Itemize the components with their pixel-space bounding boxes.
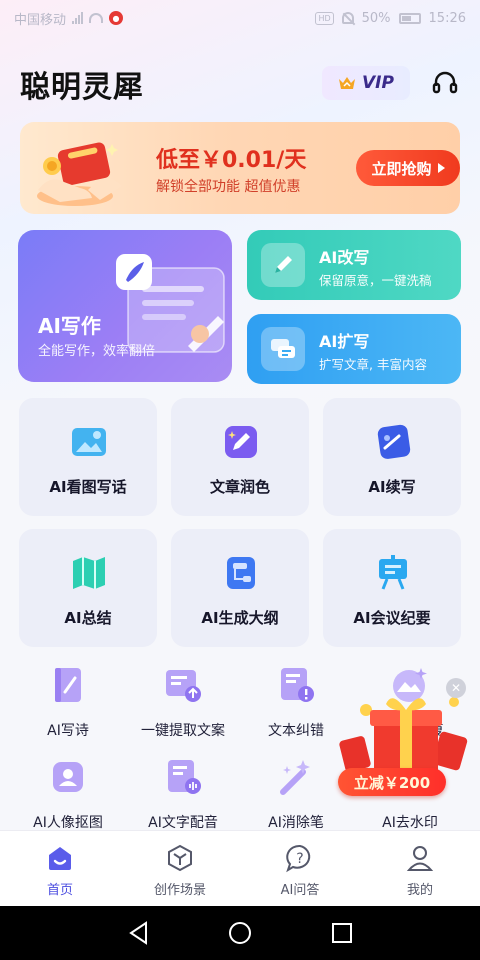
question-bubble-icon: ? — [285, 843, 315, 873]
eraser-wand-icon — [273, 754, 319, 800]
app-title: 聪明灵犀 — [20, 70, 144, 105]
system-navigation-bar — [0, 906, 480, 960]
discount-tag[interactable]: 立减￥200 — [338, 768, 446, 796]
ai-expand-desc: 扩写文章, 丰富内容 — [319, 357, 427, 372]
close-icon[interactable]: ✕ — [446, 678, 466, 698]
tool-label: AI人像抠图 — [33, 815, 103, 831]
voice-icon — [160, 754, 206, 800]
clock: 15:26 — [428, 10, 466, 26]
feature-card-ai-expand[interactable]: AI扩写 扩写文章, 丰富内容 — [247, 314, 461, 384]
tile-ai-outline[interactable]: AI生成大纲 — [171, 529, 309, 647]
buy-now-button[interactable]: 立即抢购 — [356, 150, 460, 186]
home-icon — [45, 843, 75, 873]
tool-extract-copy[interactable]: 一键提取文案 — [128, 662, 238, 740]
tool-eraser[interactable]: AI消除笔 — [241, 754, 351, 832]
text-error-icon — [273, 662, 319, 708]
tool-label: 一键提取文案 — [141, 723, 225, 739]
feature-card-ai-rewrite[interactable]: AI改写 保留原意，一键洗稿 — [247, 230, 461, 300]
tile-label: AI生成大纲 — [201, 609, 279, 627]
tile-label: AI会议纪要 — [353, 609, 431, 627]
continue-write-icon — [373, 422, 413, 462]
signal-icon — [72, 12, 84, 24]
tab-mine[interactable]: 我的 — [372, 843, 468, 898]
tile-label: 文章润色 — [209, 478, 270, 496]
tile-label: AI总结 — [64, 609, 112, 627]
status-right: HD 50% 15:26 — [315, 11, 466, 26]
meeting-board-icon — [373, 553, 413, 593]
tab-label: 首页 — [46, 883, 73, 898]
tool-label: AI写诗 — [47, 723, 89, 739]
back-icon[interactable] — [126, 920, 152, 946]
tool-label: AI文字配音 — [148, 815, 218, 831]
tab-home[interactable]: 首页 — [12, 843, 108, 898]
portrait-cutout-icon — [45, 754, 91, 800]
tile-article-polish[interactable]: 文章润色 — [171, 398, 309, 516]
poem-book-icon — [45, 662, 91, 708]
pencil-icon — [261, 243, 305, 287]
battery-percent: 50% — [361, 10, 391, 26]
ai-expand-title: AI扩写 — [319, 332, 370, 351]
notification-badge-icon: ● — [109, 11, 124, 25]
tab-ai-qa[interactable]: ? AI问答 — [252, 843, 348, 898]
carrier-name: 中国移动 — [14, 12, 67, 28]
tile-ai-picture-writing[interactable]: AI看图写话 — [19, 398, 157, 516]
extract-icon — [160, 662, 206, 708]
cube-icon — [165, 843, 195, 873]
status-bar: 中国移动 ● HD 50% 15:26 — [0, 0, 480, 36]
bottom-tab-bar: 首页 创作场景 ? AI问答 我的 — [0, 830, 480, 906]
tile-ai-meeting-minutes[interactable]: AI会议纪要 — [323, 529, 461, 647]
tool-label: AI消除笔 — [268, 815, 324, 831]
tool-label: AI去水印 — [382, 815, 438, 831]
promo-banner[interactable]: 低至￥0.01/天 解锁全部功能 超值优惠 立即抢购 — [20, 122, 460, 214]
ai-rewrite-title: AI改写 — [319, 248, 370, 267]
ai-write-desc: 全能写作，效率翻倍 — [38, 344, 156, 359]
chat-cards-icon — [261, 327, 305, 371]
home-circle-icon[interactable] — [227, 920, 253, 946]
outline-icon — [221, 553, 261, 593]
svg-text:?: ? — [296, 851, 303, 867]
wifi-icon — [89, 13, 104, 23]
ai-rewrite-desc: 保留原意，一键洗稿 — [319, 273, 432, 288]
customer-service-icon[interactable] — [430, 68, 460, 98]
vip-button[interactable]: VIP — [322, 66, 410, 100]
recent-apps-icon[interactable] — [329, 920, 355, 946]
tab-label: 创作场景 — [153, 883, 206, 898]
crown-icon — [338, 76, 356, 90]
tile-ai-continue[interactable]: AI续写 — [323, 398, 461, 516]
tab-label: AI问答 — [280, 883, 320, 898]
tool-ai-poem[interactable]: AI写诗 — [13, 662, 123, 740]
tab-label: 我的 — [406, 883, 433, 898]
buy-now-label: 立即抢购 — [371, 159, 432, 178]
tile-label: AI续写 — [368, 478, 416, 496]
promo-price: 低至￥0.01/天 — [156, 148, 307, 173]
gift-hands-illustration — [30, 130, 130, 210]
tool-label: 文本纠错 — [268, 723, 324, 739]
tool-text-voice[interactable]: AI文字配音 — [128, 754, 238, 832]
tile-label: AI看图写话 — [49, 478, 127, 496]
map-summary-icon — [69, 553, 109, 593]
promo-subtitle: 解锁全部功能 超值优惠 — [156, 179, 301, 195]
tool-text-correction[interactable]: 文本纠错 — [241, 662, 351, 740]
play-arrow-icon — [437, 163, 445, 173]
feature-card-ai-write[interactable]: AI写作 全能写作，效率翻倍 — [18, 230, 232, 382]
ai-write-title: AI写作 — [38, 314, 101, 338]
vip-label: VIP — [362, 73, 394, 93]
tab-creation-scenes[interactable]: 创作场景 — [132, 843, 228, 898]
picture-icon — [69, 422, 109, 462]
sparkle-edit-icon — [221, 422, 261, 462]
person-icon — [405, 843, 435, 873]
carrier-group: 中国移动 ● — [14, 9, 124, 28]
hd-icon: HD — [315, 11, 334, 25]
mute-icon — [341, 12, 354, 24]
tile-ai-summary[interactable]: AI总结 — [19, 529, 157, 647]
tool-portrait-cutout[interactable]: AI人像抠图 — [13, 754, 123, 832]
battery-icon — [398, 12, 421, 24]
